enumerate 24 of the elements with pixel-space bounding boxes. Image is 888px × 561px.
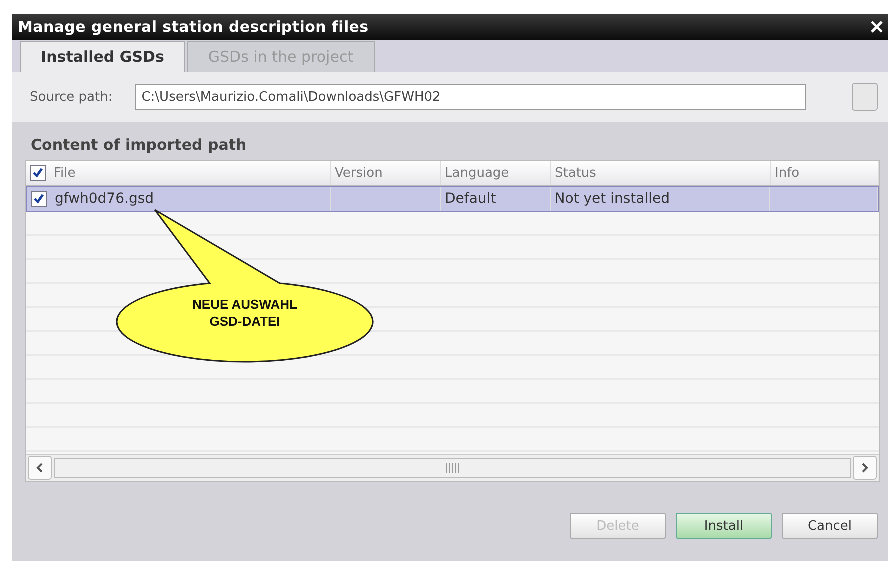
column-header[interactable]: Info xyxy=(775,166,800,180)
column-header[interactable]: Version xyxy=(335,166,383,180)
chevron-left-icon xyxy=(36,463,44,473)
chevron-right-icon xyxy=(861,463,869,473)
path-field[interactable]: C:\Users\Maurizio.Comali\Downloads\GFWH02 xyxy=(134,84,806,110)
column-header[interactable]: File xyxy=(54,166,76,180)
scroll-left-button[interactable] xyxy=(28,456,52,480)
close-icon[interactable] xyxy=(870,20,884,34)
window-title: Manage general station description files xyxy=(18,18,369,36)
tab[interactable]: Installed GSDs xyxy=(20,41,186,72)
checkbox[interactable] xyxy=(30,165,46,181)
checkbox[interactable] xyxy=(31,191,47,207)
field-label: Source path: xyxy=(30,90,113,104)
table-row[interactable]: gfwh0d76.gsd Default Not yet installed xyxy=(26,186,879,212)
column-header[interactable]: Status xyxy=(555,166,596,180)
table-cell: Default xyxy=(445,191,496,207)
dialog-button[interactable]: Cancel xyxy=(782,513,878,539)
section-title: Content of imported path xyxy=(30,135,248,156)
table-cell: Not yet installed xyxy=(554,191,670,207)
table-cell: gfwh0d76.gsd xyxy=(55,191,154,207)
scroll-right-button[interactable] xyxy=(853,456,877,480)
column-header[interactable]: Language xyxy=(445,166,510,180)
callout-text: NEUE AUSWAHL GSD-DATEI xyxy=(192,296,298,330)
dialog-button[interactable]: Install xyxy=(676,513,772,539)
